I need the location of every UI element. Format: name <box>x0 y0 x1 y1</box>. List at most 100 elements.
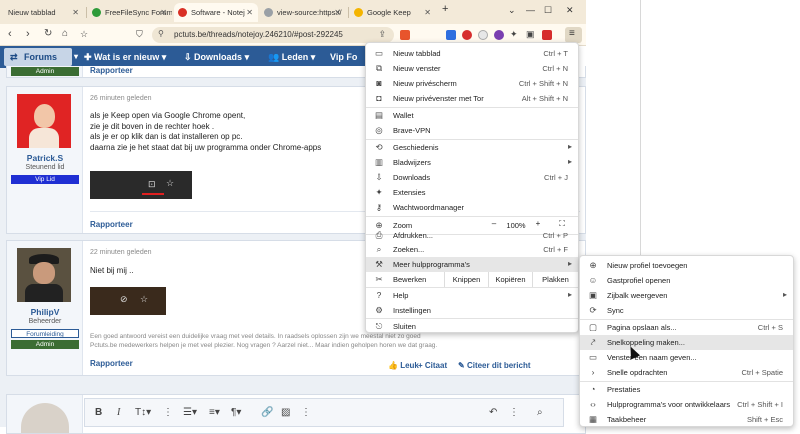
post-time[interactable]: 22 minuten geleden <box>90 249 152 256</box>
menu-new-window[interactable]: ⧉ Nieuw venster Ctrl + N <box>366 61 578 76</box>
new-tab-plus-icon[interactable]: + <box>442 3 448 15</box>
menu-wallet[interactable]: ▤ Wallet <box>366 108 578 123</box>
link-icon[interactable]: 🔗 <box>261 407 273 418</box>
text-size-icon[interactable]: T↕▾ <box>135 407 151 418</box>
maximize-icon[interactable]: ☐ <box>544 5 552 16</box>
menu-button[interactable]: ≡ <box>565 27 582 43</box>
undo-icon[interactable]: ↶ <box>489 407 497 418</box>
reload-icon[interactable]: ↻ <box>44 28 52 39</box>
menu-private-window[interactable]: ◙ Nieuw privéscherm Ctrl + Shift + N <box>366 76 578 91</box>
submenu-name-window[interactable]: ▭ Venster een naam geven... <box>580 350 793 365</box>
tab-view-source[interactable]: view-source:https:// ✕ <box>260 3 346 22</box>
forums-dropdown-icon[interactable]: ▾ <box>74 52 78 61</box>
extension-blue-icon[interactable] <box>446 30 456 40</box>
report-link[interactable]: Rapporteer <box>90 359 133 368</box>
like-button[interactable]: 👍 Leuk <box>388 361 419 370</box>
report-link[interactable]: Rapporteer <box>90 66 133 75</box>
menu-extensions[interactable]: ✦ Extensies <box>366 185 578 200</box>
extension-x-icon[interactable] <box>542 30 552 40</box>
tab-software-notejoy[interactable]: Software - Notej ✕ <box>174 3 258 22</box>
submenu-task-manager[interactable]: ▦ Taakbeheer Shift + Esc <box>580 412 793 427</box>
close-icon[interactable]: ✕ <box>160 8 167 17</box>
share-icon[interactable]: ⇪ <box>378 29 386 40</box>
brave-shields-icon[interactable] <box>400 30 410 40</box>
home-icon[interactable]: ⌂ <box>62 28 68 39</box>
align-icon[interactable]: ≡▾ <box>209 407 220 418</box>
site-info-icon[interactable]: ⚲ <box>158 29 164 38</box>
italic-icon[interactable]: I <box>117 407 120 418</box>
menu-vpn[interactable]: ◎ Brave-VPN <box>366 123 578 138</box>
post-time[interactable]: 26 minuten geleden <box>90 95 152 102</box>
bold-icon[interactable]: B <box>95 407 102 418</box>
more-editor-icon[interactable]: ⋮ <box>509 407 519 418</box>
back-icon[interactable]: ‹ <box>8 28 12 40</box>
nav-downloads[interactable]: ⇩ Downloads ▾ <box>184 52 249 63</box>
nav-wat-is-er-nieuw[interactable]: ✚ Wat is er nieuw ▾ <box>84 52 166 63</box>
printer-icon: ⎙ <box>375 230 383 240</box>
avatar[interactable] <box>21 403 69 433</box>
username[interactable]: PhilipV <box>7 307 83 317</box>
close-icon[interactable]: ✕ <box>334 8 341 17</box>
tools-icon: ⚒ <box>375 259 383 269</box>
username[interactable]: Patrick.S <box>7 153 83 163</box>
menu-exit[interactable]: ⎋ Sluiten <box>366 319 578 334</box>
tab-new-tab[interactable]: Nieuw tabblad ✕ <box>4 3 84 22</box>
menu-passwords[interactable]: ⚷ Wachtwoordmanager <box>366 200 578 215</box>
extensions-puzzle-icon[interactable]: ✦ <box>510 29 518 40</box>
minimize-icon[interactable]: — <box>526 5 535 15</box>
avatar[interactable] <box>17 248 71 302</box>
close-window-icon[interactable]: ✕ <box>566 5 574 16</box>
nav-vip-forum[interactable]: Vip Fo <box>330 52 357 62</box>
close-icon[interactable]: ✕ <box>424 8 431 17</box>
paragraph-icon[interactable]: ¶▾ <box>231 407 241 418</box>
menu-downloads[interactable]: ⇩ Downloads Ctrl + J <box>366 170 578 185</box>
menu-print[interactable]: ⎙ Afdrukken... Ctrl + P <box>366 228 578 243</box>
menu-new-tab[interactable]: ▭ Nieuw tabblad Ctrl + T <box>366 46 578 61</box>
avatar[interactable] <box>17 94 71 148</box>
report-link[interactable]: Rapporteer <box>90 220 133 229</box>
extension-purple-icon[interactable] <box>494 30 504 40</box>
preview-icon[interactable]: ⌕ <box>537 407 543 418</box>
address-bar[interactable]: ⚲ pctuts.be/threads/notejoy.246210/#post… <box>152 27 394 43</box>
extension-grey-icon[interactable] <box>478 30 488 40</box>
submenu-create-shortcut[interactable]: ⤤ Snelkoppeling maken... <box>580 335 793 350</box>
more-text-icon[interactable]: ⋮ <box>163 407 173 418</box>
submenu-performance[interactable]: ◔ Prestaties <box>580 382 793 397</box>
submenu-new-profile[interactable]: ⊕ Nieuw profiel toevoegen <box>580 258 793 273</box>
bookmark-icon[interactable]: ☆ <box>80 29 88 40</box>
close-icon[interactable]: ✕ <box>246 8 253 17</box>
menu-bookmarks[interactable]: ▥ Bladwijzers ▸ <box>366 155 578 170</box>
image-icon[interactable]: ▨ <box>281 407 290 418</box>
menu-private-tor[interactable]: ◘ Nieuw privévenster met Tor Alt + Shift… <box>366 91 578 106</box>
forward-icon[interactable]: › <box>26 28 30 40</box>
submenu-guest-profile[interactable]: ☺ Gastprofiel openen <box>580 273 793 288</box>
tab-google-keep[interactable]: Google Keep ✕ <box>350 3 436 22</box>
more-options-icon[interactable]: ⋮ <box>301 407 311 418</box>
tab-freefilesync[interactable]: FreeFileSync Forum ✕ <box>88 3 172 22</box>
list-icon[interactable]: ☰▾ <box>183 407 197 418</box>
cut-button[interactable]: Knippen <box>444 272 488 287</box>
forums-tab[interactable]: ⇄ Forums <box>4 48 72 66</box>
menu-history[interactable]: ⟲ Geschiedenis ▸ <box>366 140 578 155</box>
close-icon[interactable]: ✕ <box>72 8 79 17</box>
submenu-save-page[interactable]: ▢ Pagina opslaan als... Ctrl + S <box>580 320 793 335</box>
tab-search-chevron-icon[interactable]: ⌄ <box>508 5 516 16</box>
vpn-shield-icon[interactable]: ⛉ <box>136 29 143 40</box>
submenu-quick-commands[interactable]: › Snelle opdrachten Ctrl + Spatie <box>580 365 793 380</box>
menu-find[interactable]: ⌕ Zoeken... Ctrl + F <box>366 242 578 257</box>
submenu-sync[interactable]: ⟳ Sync <box>580 303 793 318</box>
submenu-sidebar[interactable]: ▣ Zijbalk weergeven ▸ <box>580 288 793 303</box>
quote-button[interactable]: + Citaat <box>418 361 447 370</box>
extension-red-icon[interactable] <box>462 30 472 40</box>
menu-settings[interactable]: ⚙ Instellingen <box>366 303 578 318</box>
nav-leden[interactable]: 👥 Leden ▾ <box>268 52 315 63</box>
sidebar-icon[interactable]: ▣ <box>526 29 535 40</box>
submenu-arrow-icon: ▸ <box>567 142 572 151</box>
admin-badge: Admin <box>11 340 79 349</box>
copy-button[interactable]: Kopiëren <box>488 272 532 287</box>
paste-button[interactable]: Plakken <box>532 272 578 287</box>
menu-more-tools[interactable]: ⚒ Meer hulpprogramma's ▸ <box>366 257 578 272</box>
cite-post-button[interactable]: ✎ Citeer dit bericht <box>458 361 531 370</box>
submenu-devtools[interactable]: ‹› Hulpprogramma's voor ontwikkelaars Ct… <box>580 397 793 412</box>
menu-help[interactable]: ? Help ▸ <box>366 288 578 303</box>
